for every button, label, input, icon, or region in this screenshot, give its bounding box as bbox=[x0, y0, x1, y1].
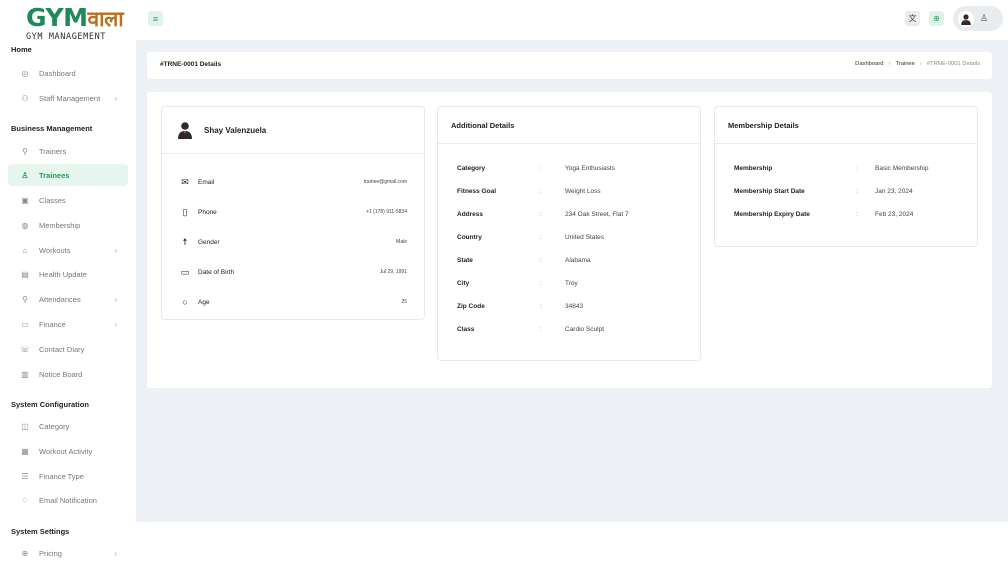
detail-row-state: State: Alabama bbox=[457, 256, 591, 264]
detail-row-city: City: Troy bbox=[457, 279, 578, 287]
page-header: #TRNE-0001 Details Dashboard › Trainee ›… bbox=[147, 52, 992, 79]
breadcrumb-separator-icon: › bbox=[888, 61, 891, 67]
nav-section-business: Business Management bbox=[11, 124, 93, 133]
additional-details-card: Additional Details Category: Yoga Enthusi… bbox=[437, 106, 701, 361]
trainer-icon: ⚲ bbox=[22, 146, 28, 156]
translate-icon: 文 bbox=[908, 14, 917, 23]
sidebar-item-pricing[interactable]: ⊕ Pricing › bbox=[8, 542, 128, 564]
nav-section-home: Home bbox=[11, 45, 32, 54]
chevron-right-icon: › bbox=[114, 294, 117, 304]
breadcrumb-dashboard[interactable]: Dashboard bbox=[855, 61, 883, 67]
detail-row-fitness-goal: Fitness Goal: Weight Loss bbox=[457, 187, 601, 195]
top-bar: ≡ 文 ⊕ ♙ bbox=[136, 0, 1008, 40]
details-panel: Shay Valenzuela ✉ Email trainee@gmail.com … bbox=[147, 92, 992, 388]
age-icon: ○ bbox=[182, 297, 188, 307]
profile-row-email: ✉ Email trainee@gmail.com bbox=[162, 175, 424, 189]
contact-icon: ☏ bbox=[19, 344, 30, 354]
sidebar-item-dashboard[interactable]: ◎ Dashboard bbox=[8, 62, 128, 84]
profile-row-dob: ▭ Date of Birth Jul 29, 1991 bbox=[180, 266, 407, 277]
classes-icon: ▣ bbox=[21, 195, 29, 205]
user-avatar-icon bbox=[961, 13, 971, 25]
membership-details-card: Membership Details Membership: Basic Memb… bbox=[714, 106, 978, 247]
detail-row-zip-code: Zip Code:34843 bbox=[457, 302, 584, 310]
dashboard-icon: ◎ bbox=[21, 68, 29, 78]
sidebar-item-classes[interactable]: ▣ Classes bbox=[8, 189, 128, 211]
chevron-right-icon: › bbox=[114, 93, 117, 103]
workouts-icon: ⌂ bbox=[22, 245, 28, 255]
nav-section-system-settings: System Settings bbox=[11, 527, 70, 536]
page-title: #TRNE-0001 Details bbox=[160, 61, 222, 68]
gym-logo[interactable]: GYMवाला GYM MANAGEMENT bbox=[4, 3, 128, 43]
category-icon: ◫ bbox=[21, 421, 29, 431]
chevron-right-icon: › bbox=[114, 548, 117, 558]
breadcrumb-trainee[interactable]: Trainee bbox=[895, 61, 914, 67]
sidebar-item-category[interactable]: ◫ Category bbox=[8, 415, 128, 437]
breadcrumb-separator-icon: › bbox=[919, 61, 922, 67]
detail-row-address: Address:234 Oak Street, Flat 7 bbox=[457, 210, 629, 218]
calendar-icon: ▭ bbox=[180, 266, 190, 277]
sidebar-item-workout-activity[interactable]: ▦ Workout Activity bbox=[8, 440, 128, 462]
website-button[interactable]: ⊕ bbox=[929, 11, 944, 26]
trainee-name: Shay Valenzuela bbox=[204, 125, 267, 135]
sidebar-item-workouts[interactable]: ⌂ Workouts › bbox=[8, 239, 128, 261]
detail-row-country: Country: United States bbox=[457, 233, 605, 241]
profile-row-phone: ▯ Phone +1 (178) 911-5834 bbox=[162, 205, 424, 219]
breadcrumb: Dashboard › Trainee › #TRNE-0001 Details bbox=[855, 61, 980, 67]
membership-icon: ◍ bbox=[21, 220, 29, 230]
notice-icon: ▥ bbox=[21, 369, 29, 379]
profile-row-gender: ☨ Gender Male bbox=[162, 235, 424, 249]
sidebar-item-staff-management[interactable]: ⚇ Staff Management › bbox=[8, 87, 128, 109]
avatar bbox=[958, 10, 974, 27]
nav-section-system-config: System Configuration bbox=[11, 400, 89, 409]
email-icon: ✉ bbox=[181, 176, 189, 187]
sidebar-item-trainees[interactable]: ♙ Trainees bbox=[8, 164, 128, 186]
sidebar: GYMवाला GYM MANAGEMENT Home ◎ Dashboard ⚇… bbox=[0, 0, 136, 564]
attendance-icon: ⚲ bbox=[22, 294, 28, 304]
chevron-right-icon: › bbox=[114, 245, 117, 255]
pricing-icon: ⊕ bbox=[21, 548, 29, 558]
sidebar-item-contact-diary[interactable]: ☏ Contact Diary bbox=[8, 338, 128, 360]
user-icon: ♙ bbox=[980, 13, 989, 23]
detail-row-start-date: Membership Start Date: Jan 23, 2024 bbox=[734, 187, 913, 195]
main-content: #TRNE-0001 Details Dashboard › Trainee ›… bbox=[136, 40, 1008, 522]
globe-icon: ⊕ bbox=[933, 14, 940, 23]
breadcrumb-current: #TRNE-0001 Details bbox=[926, 61, 980, 67]
sidebar-item-health-update[interactable]: ▤ Health Update bbox=[8, 263, 128, 285]
menu-icon: ≡ bbox=[152, 13, 159, 24]
phone-icon: ▯ bbox=[182, 206, 188, 217]
trainee-icon: ♙ bbox=[21, 170, 29, 180]
chevron-right-icon: › bbox=[114, 319, 117, 329]
sidebar-item-notice-board[interactable]: ▥ Notice Board bbox=[8, 363, 128, 385]
logo-tagline: GYM MANAGEMENT bbox=[25, 32, 107, 42]
detail-row-category: Category: Yoga Enthusiasts bbox=[457, 164, 615, 172]
detail-row-expiry-date: Membership Expiry Date: Feb 23, 2024 bbox=[734, 210, 914, 218]
language-button[interactable]: 文 bbox=[905, 11, 920, 26]
finance-icon: ▭ bbox=[21, 319, 29, 329]
notification-icon: ♢ bbox=[21, 495, 29, 505]
finance-type-icon: ☰ bbox=[21, 471, 29, 481]
membership-details-title: Membership Details bbox=[715, 107, 977, 144]
gender-icon: ☨ bbox=[182, 236, 188, 247]
staff-icon: ⚇ bbox=[21, 93, 29, 103]
profile-card: Shay Valenzuela ✉ Email trainee@gmail.com … bbox=[161, 106, 425, 320]
profile-avatar bbox=[176, 121, 194, 139]
health-icon: ▤ bbox=[21, 269, 29, 279]
sidebar-item-finance[interactable]: ▭ Finance › bbox=[8, 313, 128, 335]
activity-icon: ▦ bbox=[21, 446, 29, 456]
sidebar-item-email-notification[interactable]: ♢ Email Notification bbox=[8, 489, 128, 511]
sidebar-item-finance-type[interactable]: ☰ Finance Type bbox=[8, 465, 128, 487]
sidebar-item-trainers[interactable]: ⚲ Trainers bbox=[8, 140, 128, 162]
menu-toggle-button[interactable]: ≡ bbox=[148, 11, 163, 26]
profile-row-age: ○ Age 25 bbox=[162, 295, 424, 309]
sidebar-item-membership[interactable]: ◍ Membership bbox=[8, 214, 128, 236]
profile-header: Shay Valenzuela bbox=[162, 107, 424, 154]
logo-wordmark: GYMवाला bbox=[26, 3, 124, 32]
additional-details-title: Additional Details bbox=[438, 107, 700, 144]
detail-row-membership: Membership: Basic Membership bbox=[734, 164, 929, 172]
sidebar-item-attendances[interactable]: ⚲ Attendances › bbox=[8, 288, 128, 310]
trainee-avatar-icon bbox=[178, 122, 192, 139]
detail-row-class: Class: Cardio Sculpt bbox=[457, 325, 605, 333]
user-menu-button[interactable]: ♙ bbox=[953, 6, 1003, 31]
